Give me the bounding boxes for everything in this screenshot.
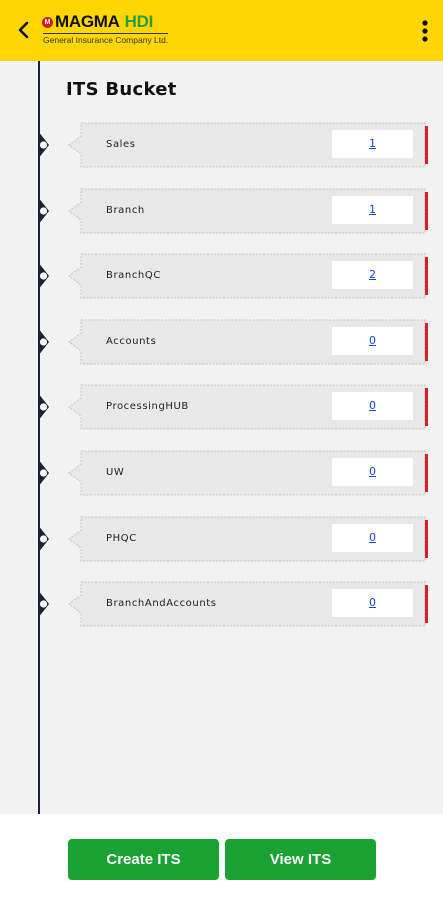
bucket-card[interactable]: ProcessingHUB 0	[68, 384, 428, 430]
company-logo: M MAGMA HDI General Insurance Company Lt…	[42, 12, 182, 48]
timeline-node-icon	[38, 131, 49, 159]
bucket-row[interactable]: Sales 1	[0, 122, 443, 168]
timeline-node-icon	[38, 197, 49, 225]
bucket-card[interactable]: UW 0	[68, 450, 428, 496]
bucket-row[interactable]: BranchAndAccounts 0	[0, 581, 443, 627]
status-accent-bar	[425, 454, 428, 492]
bucket-row[interactable]: Accounts 0	[0, 319, 443, 365]
status-accent-bar	[425, 126, 428, 164]
bucket-count-link[interactable]: 0	[332, 327, 413, 355]
status-accent-bar	[425, 192, 428, 230]
logo-subtitle: General Insurance Company Ltd.	[43, 33, 169, 45]
bucket-count-link[interactable]: 1	[332, 130, 413, 158]
bucket-count-link[interactable]: 0	[332, 589, 413, 617]
timeline-line	[38, 61, 40, 814]
bucket-row[interactable]: Branch 1	[0, 188, 443, 234]
status-accent-bar	[425, 388, 428, 426]
logo-wordmark-hdi: HDI	[124, 12, 154, 31]
bucket-row[interactable]: ProcessingHUB 0	[0, 384, 443, 430]
timeline-node-icon	[38, 525, 49, 553]
bucket-label: ProcessingHUB	[106, 401, 189, 412]
bucket-row[interactable]: BranchQC 2	[0, 253, 443, 299]
bucket-row[interactable]: PHQC 0	[0, 516, 443, 562]
logo-badge: M	[42, 16, 53, 28]
timeline-node-icon	[38, 459, 49, 487]
bucket-count-link[interactable]: 2	[332, 261, 413, 289]
bucket-count-link[interactable]: 0	[332, 458, 413, 486]
logo-wordmark: MAGMA	[55, 12, 120, 31]
bucket-label: BranchQC	[106, 270, 161, 281]
bucket-label: Branch	[106, 205, 145, 216]
timeline-node-icon	[38, 393, 49, 421]
status-accent-bar	[425, 585, 428, 623]
timeline-node-icon	[38, 328, 49, 356]
bucket-card[interactable]: BranchQC 2	[68, 253, 428, 299]
page-title: ITS Bucket	[66, 79, 177, 100]
bucket-count-link[interactable]: 0	[332, 392, 413, 420]
overflow-menu-button[interactable]	[413, 16, 437, 46]
app-header: M MAGMA HDI General Insurance Company Lt…	[0, 0, 443, 61]
status-accent-bar	[425, 520, 428, 558]
bucket-label: BranchAndAccounts	[106, 598, 217, 609]
bucket-card[interactable]: BranchAndAccounts 0	[68, 581, 428, 627]
timeline-node-icon	[38, 262, 49, 290]
view-its-button[interactable]: View ITS	[225, 839, 376, 880]
timeline-node-icon	[38, 590, 49, 618]
status-accent-bar	[425, 323, 428, 361]
bucket-card[interactable]: Branch 1	[68, 188, 428, 234]
more-vertical-icon	[422, 20, 428, 42]
back-button[interactable]	[13, 17, 35, 43]
bucket-card[interactable]: Accounts 0	[68, 319, 428, 365]
bucket-label: UW	[106, 467, 125, 478]
bucket-label: PHQC	[106, 533, 137, 544]
bucket-card[interactable]: Sales 1	[68, 122, 428, 168]
create-its-button[interactable]: Create ITS	[68, 839, 219, 880]
status-accent-bar	[425, 257, 428, 295]
bucket-label: Accounts	[106, 336, 157, 347]
bucket-row[interactable]: UW 0	[0, 450, 443, 496]
bucket-count-link[interactable]: 1	[332, 196, 413, 224]
bottom-action-bar: Create ITS View ITS	[0, 814, 443, 900]
bucket-count-link[interactable]: 0	[332, 524, 413, 552]
chevron-left-icon	[18, 21, 29, 39]
bucket-card[interactable]: PHQC 0	[68, 516, 428, 562]
bucket-label: Sales	[106, 139, 136, 150]
